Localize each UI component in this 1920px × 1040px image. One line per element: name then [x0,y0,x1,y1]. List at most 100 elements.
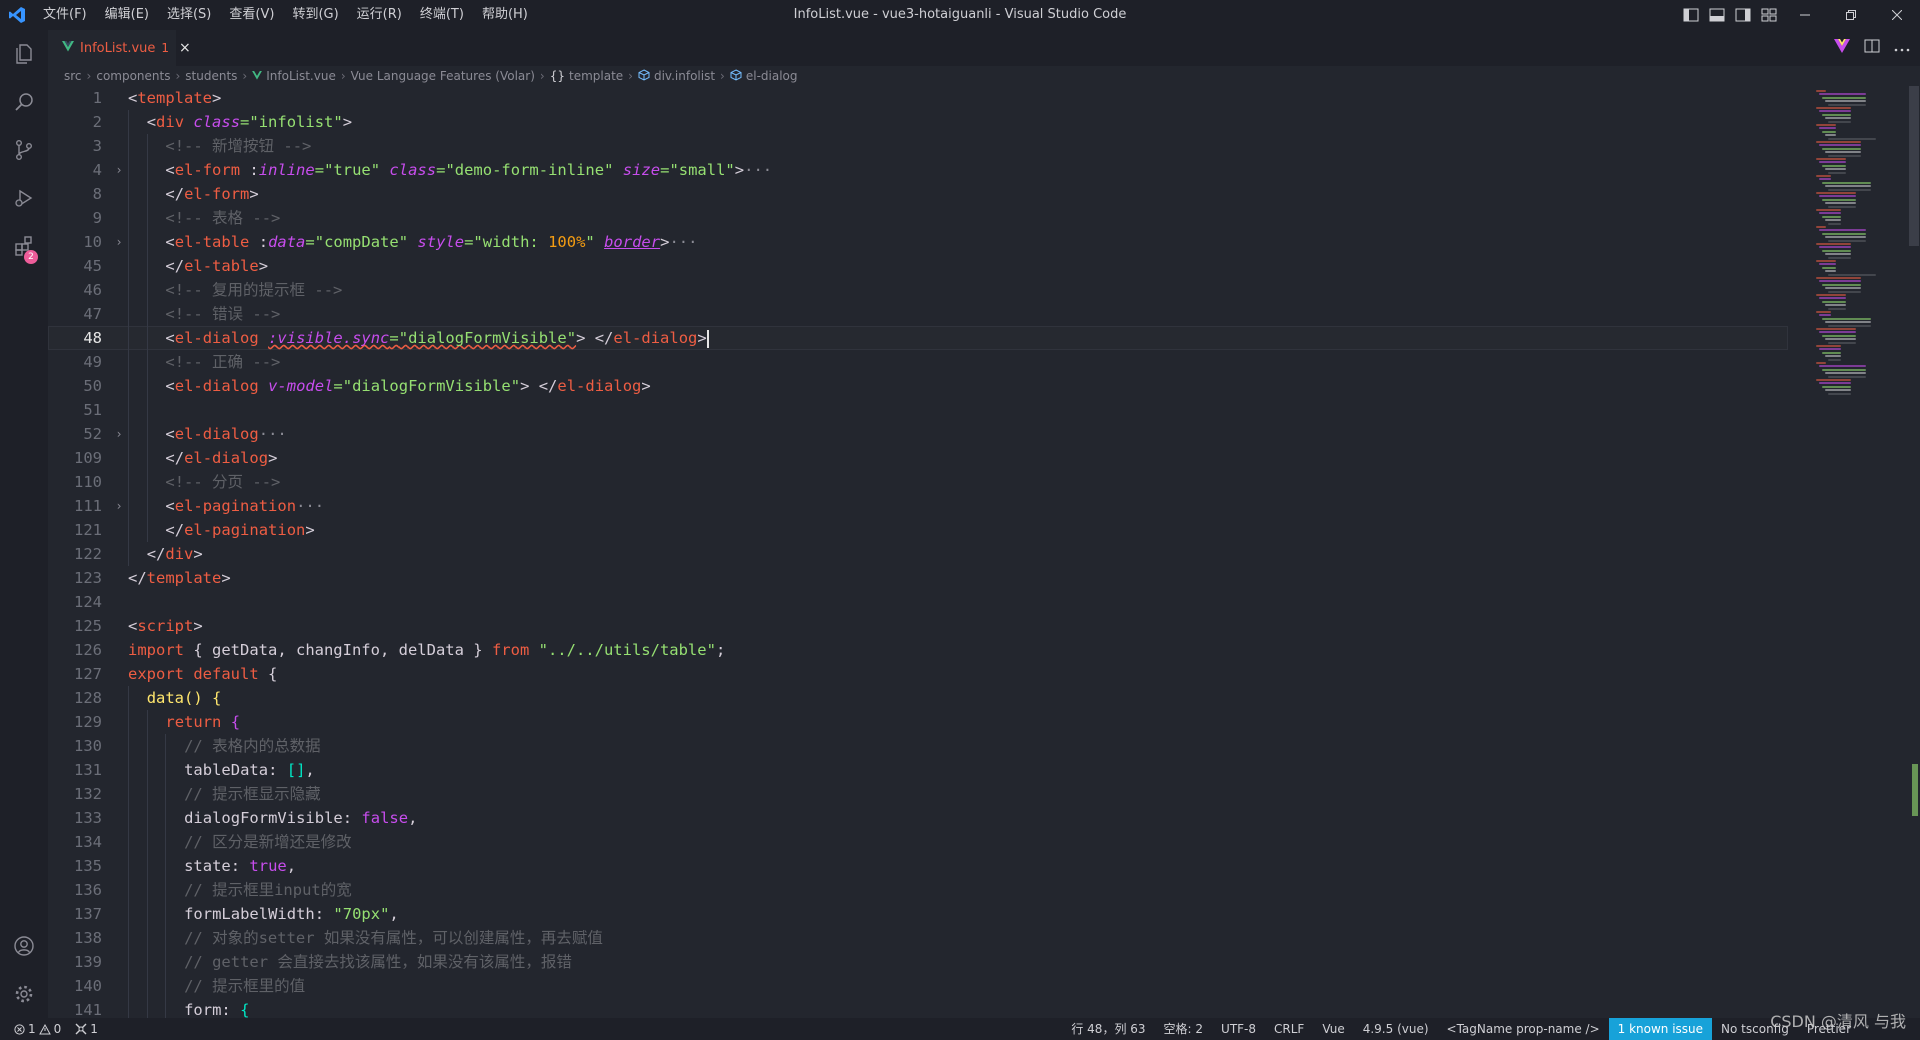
more-actions-icon[interactable] [1894,41,1910,56]
fold-chevron-icon[interactable]: › [112,422,126,446]
menu-item-1[interactable]: 编辑(E) [96,0,158,30]
code-line[interactable]: 50 <el-dialog v-model="dialogFormVisible"… [48,374,1788,398]
split-editor-icon[interactable] [1864,39,1880,57]
code-line[interactable]: 128 data() { [48,686,1788,710]
text-cursor [706,329,709,348]
code-line[interactable]: 132 // 提示框显示隐藏 [48,782,1788,806]
menu-item-7[interactable]: 帮助(H) [473,0,537,30]
code-line[interactable]: 49 <!-- 正确 --> [48,350,1788,374]
search-icon[interactable] [0,78,48,126]
minimap[interactable] [1812,86,1908,1018]
code-line[interactable]: 127 export default { [48,662,1788,686]
known-issue-badge[interactable]: 1 known issue [1608,1018,1713,1040]
code-line[interactable]: 125 <script> [48,614,1788,638]
settings-gear-icon[interactable] [0,970,48,1018]
breadcrumb-item[interactable]: InfoList.vue [252,69,336,83]
code-line[interactable]: 110 <!-- 分页 --> [48,470,1788,494]
code-line[interactable]: 134 // 区分是新增还是修改 [48,830,1788,854]
vue-extension-icon[interactable] [1834,39,1850,57]
menu-item-2[interactable]: 选择(S) [158,0,220,30]
code-line[interactable]: 139 // getter 会直接去找该属性，如果没有该属性，报错 [48,950,1788,974]
source-control-icon[interactable] [0,126,48,174]
minimize-icon[interactable] [1782,0,1828,30]
code-line[interactable]: 51 [48,398,1788,422]
code-line[interactable]: 137 formLabelWidth: "70px", [48,902,1788,926]
fold-chevron-icon[interactable]: › [112,494,126,518]
code-line[interactable]: 140 // 提示框里的值 [48,974,1788,998]
vscode-logo-icon[interactable] [0,0,34,30]
code-line[interactable]: 129 return { [48,710,1788,734]
code-line[interactable]: 109 </el-dialog> [48,446,1788,470]
code-line[interactable]: 46 <!-- 复用的提示框 --> [48,278,1788,302]
status-item[interactable]: CRLF [1265,1018,1313,1040]
accounts-icon[interactable] [0,922,48,970]
code-line[interactable]: 8 </el-form> [48,182,1788,206]
code-line[interactable]: 111 › <el-pagination··· [48,494,1788,518]
menu-item-5[interactable]: 运行(R) [348,0,411,30]
menu-item-4[interactable]: 转到(G) [283,0,347,30]
code-line[interactable]: 130 // 表格内的总数据 [48,734,1788,758]
errors-status[interactable]: 1 0 [14,1022,61,1036]
code-token: v-model [268,377,334,395]
breadcrumb-item[interactable]: el-dialog [730,68,798,84]
extensions-icon[interactable]: 2 [0,222,48,270]
menu-item-3[interactable]: 查看(V) [220,0,283,30]
code-line[interactable]: 1 <template> [48,86,1788,110]
code-line[interactable]: 48 <el-dialog :visible.sync="dialogFormVi… [48,326,1788,350]
status-item[interactable]: UTF-8 [1212,1018,1265,1040]
menu-item-6[interactable]: 终端(T) [411,0,473,30]
fold-chevron-icon[interactable]: › [112,158,126,182]
code-line[interactable]: 9 <!-- 表格 --> [48,206,1788,230]
code-line[interactable]: 47 <!-- 错误 --> [48,302,1788,326]
code-token: < [165,161,175,179]
code-line[interactable]: 133 dialogFormVisible: false, [48,806,1788,830]
code-line[interactable]: 136 // 提示框里input的宽 [48,878,1788,902]
code-line[interactable]: 45 </el-table> [48,254,1788,278]
code-line[interactable]: 123 </template> [48,566,1788,590]
breadcrumb-item[interactable]: students [185,69,237,83]
minimap-line [1819,280,1861,283]
toggle-panel-icon[interactable] [1704,0,1730,30]
code-line[interactable]: 2 <div class="infolist"> [48,110,1788,134]
customize-layout-icon[interactable] [1756,0,1782,30]
status-item[interactable]: 行 48，列 63 [1062,1018,1154,1040]
code-line[interactable]: 4 › <el-form :inline="true" class="demo-fo… [48,158,1788,182]
status-item[interactable]: Vue [1313,1018,1353,1040]
indent-guide [165,902,167,926]
scrollbar-thumb[interactable] [1909,86,1919,246]
status-item[interactable]: 空格: 2 [1155,1018,1213,1040]
run-debug-icon[interactable] [0,174,48,222]
code-line[interactable]: 141 form: { [48,998,1788,1018]
menu-item-0[interactable]: 文件(F) [34,0,96,30]
status-item[interactable]: <TagName prop-name /> [1438,1018,1609,1040]
code-line[interactable]: 124 [48,590,1788,614]
restore-icon[interactable] [1828,0,1874,30]
toggle-secondary-sidebar-icon[interactable] [1730,0,1756,30]
code-line[interactable]: 131 tableData: [], [48,758,1788,782]
explorer-icon[interactable] [0,30,48,78]
minimap-line [1816,107,1851,109]
code-line[interactable]: 126 import { getData, changInfo, delData … [48,638,1788,662]
code-line[interactable]: 10 › <el-table :data="compDate" style="wid… [48,230,1788,254]
ports-status[interactable]: 1 [75,1022,98,1036]
line-number: 110 [74,473,102,491]
code-line[interactable]: 52 › <el-dialog··· [48,422,1788,446]
tab-infolist-vue[interactable]: InfoList.vue 1 × [48,30,191,66]
breadcrumb-item[interactable]: components [96,69,170,83]
close-window-icon[interactable] [1874,0,1920,30]
toggle-primary-sidebar-icon[interactable] [1678,0,1704,30]
code-line[interactable]: 122 </div> [48,542,1788,566]
editor-scrollbar[interactable] [1908,86,1920,1018]
breadcrumb-item[interactable]: src [64,69,82,83]
code-line[interactable]: 135 state: true, [48,854,1788,878]
code-editor[interactable]: 1 <template> 2 <div class="infolist"> 3 <!-- … [48,86,1920,1018]
fold-chevron-icon[interactable]: › [112,230,126,254]
breadcrumb-item[interactable]: Vue Language Features (Volar) [351,69,535,83]
tab-close-icon[interactable]: × [179,40,191,56]
code-line[interactable]: 121 </el-pagination> [48,518,1788,542]
status-item[interactable]: 4.9.5 (vue) [1354,1018,1438,1040]
breadcrumb-item[interactable]: div.infolist [638,68,715,84]
code-line[interactable]: 3 <!-- 新增按钮 --> [48,134,1788,158]
breadcrumb-item[interactable]: {} template [550,69,623,83]
code-line[interactable]: 138 // 对象的setter 如果没有属性，可以创建属性，再去赋值 [48,926,1788,950]
